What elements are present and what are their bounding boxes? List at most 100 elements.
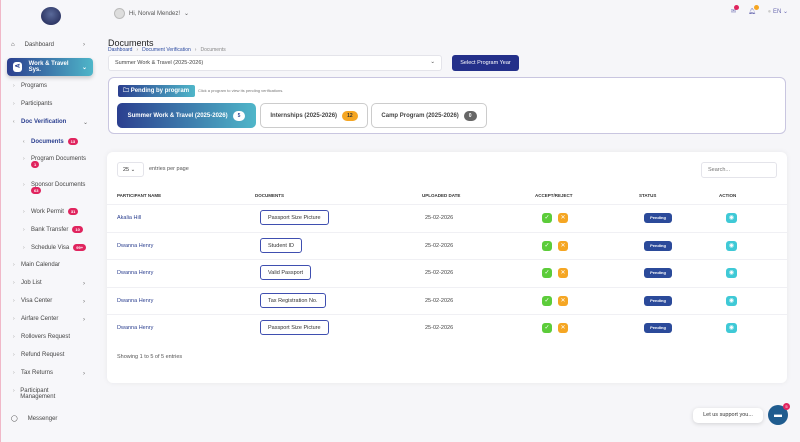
document-button[interactable]: Valid Passport — [260, 265, 312, 280]
user-menu[interactable]: Hi, Norval Mendez! ⌄ — [114, 8, 189, 19]
bell-icon[interactable]: 🔔︎ — [748, 5, 759, 15]
status-badge: Pending — [644, 295, 672, 306]
col-participant-name[interactable]: PARTICIPANT NAME — [117, 193, 161, 198]
table-row: Dwanna Henry Student ID 25-02-2026 ✓ ✕ P… — [107, 231, 787, 259]
participant-name-link[interactable]: Dwanna Henry — [117, 243, 153, 249]
participant-name-link[interactable]: Dwanna Henry — [117, 325, 153, 331]
logo[interactable] — [41, 7, 61, 25]
reject-x-icon[interactable]: ✕ — [558, 240, 568, 251]
accept-check-icon[interactable]: ✓ — [542, 240, 552, 251]
sidebar-item-rollovers-request[interactable]: › Rollovers Request — [13, 334, 70, 340]
chevron-right-icon: › — [83, 371, 85, 377]
chevron-right-icon: › — [83, 299, 85, 305]
sidebar-item-documents[interactable]: ‹ Documents 13 — [23, 138, 79, 145]
support-tooltip[interactable]: Let us support you... — [693, 408, 763, 423]
breadcrumb: Dashboard › Document Verification › Document… — [108, 47, 226, 53]
view-eye-icon[interactable]: ◉ — [726, 323, 737, 333]
sidebar-item-visa-center[interactable]: › Visa Center — [13, 298, 52, 304]
document-button[interactable]: Passport Size Picture — [260, 320, 329, 335]
sidebar-item-work-travel[interactable]: ⋖ Work & Travel Sys. ⌄ — [7, 58, 93, 76]
messages-icon[interactable]: ✉ — [731, 5, 740, 15]
col-documents[interactable]: DOCUMENTS — [255, 193, 284, 198]
uploaded-date: 25-02-2026 — [425, 215, 454, 221]
program-select[interactable]: Summer Work & Travel (2025-2026) ⌄ — [108, 55, 442, 71]
status-badge: Pending — [644, 213, 672, 223]
sidebar-item-doc-verification[interactable]: ‹ Doc Verification — [13, 119, 66, 125]
table-row: Akalia Hill Passport Size Picture 25-02-… — [107, 204, 787, 231]
select-program-year-button[interactable]: Select Program Year — [452, 55, 519, 71]
uploaded-date: 25-02-2026 — [425, 270, 454, 276]
breadcrumb-doc-verification[interactable]: Document Verification — [142, 47, 191, 53]
sidebar-item-airfare-center[interactable]: › Airfare Center — [13, 316, 58, 322]
chevron-down-icon: ⌄ — [83, 120, 89, 126]
sidebar-item-dashboard[interactable]: ⌂ Dashboard — [11, 42, 54, 48]
chat-icon: ◯ — [11, 416, 18, 422]
sidebar: ⌂ Dashboard › ⋖ Work & Travel Sys. ⌄ › Progr… — [0, 0, 100, 442]
breadcrumb-dashboard[interactable]: Dashboard — [108, 47, 132, 53]
document-button[interactable]: Student ID — [260, 237, 302, 253]
program-card-camp[interactable]: Camp Program (2025-2026) 0 — [371, 103, 487, 128]
chevron-down-icon: ⌄ — [184, 11, 190, 17]
col-uploaded-date[interactable]: UPLOADED DATE — [422, 193, 460, 198]
status-badge: Pending — [644, 240, 672, 251]
view-eye-icon[interactable]: ◉ — [726, 268, 737, 278]
status-badge: Pending — [644, 323, 672, 333]
view-eye-icon[interactable]: ◉ — [726, 240, 737, 251]
sidebar-item-bank-transfer[interactable]: › Bank Transfer 10 — [23, 226, 83, 233]
table-row: Dwanna Henry Passport Size Picture 25-02… — [107, 314, 787, 341]
participant-name-link[interactable]: Akalia Hill — [117, 215, 141, 221]
sidebar-item-main-calendar[interactable]: › Main Calendar — [13, 262, 60, 268]
chevron-right-icon: › — [83, 281, 85, 287]
per-page-select[interactable]: 25 ⌄ — [117, 162, 144, 177]
sidebar-item-program-documents[interactable]: › Program Documents 1 — [23, 156, 86, 168]
chat-icon: ▬ — [774, 410, 782, 419]
sidebar-item-messenger[interactable]: ◯ Messenger — [11, 415, 57, 423]
share-icon: ⋖ — [13, 62, 22, 72]
accept-check-icon[interactable]: ✓ — [542, 213, 552, 223]
accept-check-icon[interactable]: ✓ — [542, 268, 552, 278]
uploaded-date: 25-02-2026 — [425, 242, 454, 249]
home-icon: ⌂ — [11, 42, 15, 48]
table-row: Dwanna Henry Tax Registration No. 25-02-… — [107, 286, 787, 314]
sidebar-item-participant-management[interactable]: › Participant Management — [13, 388, 73, 400]
sidebar-item-schedule-visa[interactable]: › Schedule Visa 99+ — [23, 244, 87, 251]
program-card-internships[interactable]: Internships (2025-2026) 12 — [260, 103, 368, 128]
document-button[interactable]: Tax Registration No. — [260, 292, 326, 308]
chevron-right-icon: › — [83, 317, 85, 323]
reject-x-icon[interactable]: ✕ — [558, 323, 568, 333]
sidebar-item-job-list[interactable]: › Job List — [13, 280, 42, 286]
search-input[interactable] — [701, 162, 777, 178]
pending-tag: 🗀 Pending by program — [118, 85, 195, 97]
sidebar-item-tax-returns[interactable]: › Tax Returns — [13, 370, 53, 376]
participant-name-link[interactable]: Dwanna Henry — [117, 270, 153, 276]
documents-table-card: 25 ⌄ entries per page PARTICIPANT NAME D… — [107, 152, 787, 383]
reject-x-icon[interactable]: ✕ — [558, 268, 568, 278]
chat-button[interactable]: ▬ 5 — [768, 403, 790, 425]
participant-name-link[interactable]: Dwanna Henry — [117, 298, 153, 304]
document-button[interactable]: Passport Size Picture — [260, 210, 329, 225]
col-status[interactable]: STATUS — [639, 193, 656, 198]
reject-x-icon[interactable]: ✕ — [558, 213, 568, 223]
chevron-down-icon: ⌄ — [430, 59, 435, 65]
sidebar-item-sponsor-documents[interactable]: › Sponsor Documents 63 — [23, 182, 85, 194]
top-header: Hi, Norval Mendez! ⌄ ✉ 🔔︎ ● EN ⌄ — [100, 0, 800, 28]
sidebar-item-work-permit[interactable]: › Work Permit 31 — [23, 208, 79, 215]
language-selector[interactable]: ● EN ⌄ — [768, 8, 788, 15]
accept-check-icon[interactable]: ✓ — [542, 295, 552, 306]
globe-icon: ● — [767, 9, 772, 15]
sidebar-item-refund-request[interactable]: › Refund Request — [13, 352, 64, 358]
view-eye-icon[interactable]: ◉ — [726, 213, 737, 223]
sidebar-item-programs[interactable]: › Programs — [13, 83, 47, 89]
pending-hint: Click a program to view its pending veri… — [198, 88, 284, 93]
accept-check-icon[interactable]: ✓ — [542, 323, 552, 333]
table-info: Showing 1 to 5 of 5 entries — [117, 354, 183, 360]
col-action[interactable]: ACTION — [719, 193, 736, 198]
folder-icon: 🗀 — [123, 88, 130, 94]
program-card-summer[interactable]: Summer Work & Travel (2025-2026) 5 — [117, 103, 256, 128]
uploaded-date: 25-02-2026 — [425, 297, 454, 304]
col-accept-reject[interactable]: ACCEPT/REJECT — [535, 193, 573, 198]
view-eye-icon[interactable]: ◉ — [726, 295, 737, 306]
reject-x-icon[interactable]: ✕ — [558, 295, 568, 306]
table-row: Dwanna Henry Valid Passport 25-02-2026 ✓… — [107, 259, 787, 286]
sidebar-item-participants[interactable]: › Participants — [13, 101, 52, 107]
